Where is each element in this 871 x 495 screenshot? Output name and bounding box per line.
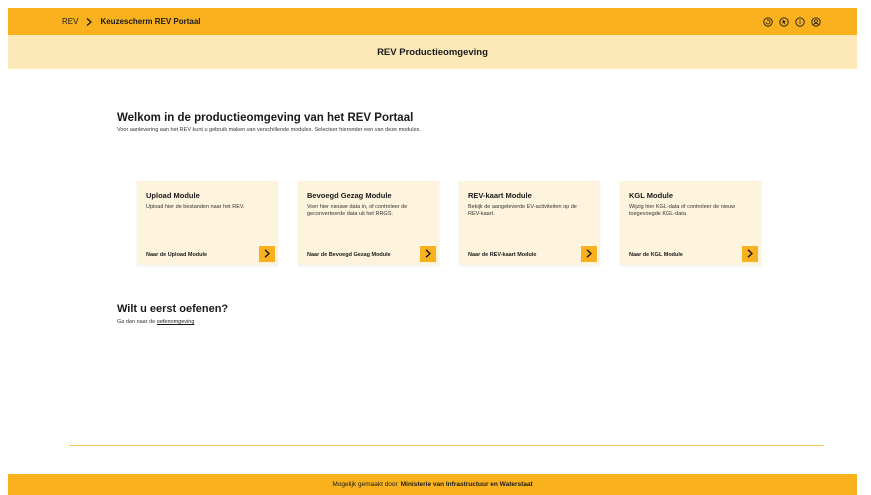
footer: Mogelijk gemaakt door Ministerie van Inf… bbox=[8, 474, 857, 495]
chevron-right-icon bbox=[86, 17, 93, 26]
practice-prefix: Ga dan naar de bbox=[117, 319, 156, 325]
divider bbox=[69, 445, 824, 446]
module-card-title: Bevoegd Gezag Module bbox=[307, 191, 392, 200]
chevron-right-icon bbox=[747, 245, 754, 263]
module-card-rev-kaart[interactable]: REV-kaart Module Bekijk de aangeleverde … bbox=[459, 181, 600, 265]
module-card-link[interactable]: Naar de KGL Module bbox=[629, 252, 683, 258]
module-card-title: Upload Module bbox=[146, 191, 200, 200]
environment-title: REV Productieomgeving bbox=[377, 46, 488, 58]
module-card-link[interactable]: Naar de Bevoegd Gezag Module bbox=[307, 252, 391, 258]
module-card-bevoegd-gezag[interactable]: Bevoegd Gezag Module Voer hier nieuwe da… bbox=[298, 181, 439, 265]
breadcrumb-current: Keuzescherm REV Portaal bbox=[100, 17, 201, 26]
practice-text: Ga dan naar de oefenomgeving bbox=[117, 319, 194, 325]
module-card-description: Bekijk de aangeleverde EV-activiteiten o… bbox=[468, 204, 577, 218]
module-card-title: REV-kaart Module bbox=[468, 191, 532, 200]
module-card-link[interactable]: Naar de REV-kaart Module bbox=[468, 252, 536, 258]
arrow-right-button[interactable] bbox=[581, 246, 597, 262]
breadcrumb-root-link[interactable]: REV bbox=[62, 17, 78, 26]
arrow-right-button[interactable] bbox=[742, 246, 758, 262]
page-intro: Voor aanlevering aan het REV kunt u gebr… bbox=[117, 127, 421, 133]
info-icon[interactable] bbox=[795, 16, 805, 27]
header-icons bbox=[763, 16, 821, 27]
footer-prefix: Mogelijk gemaakt door bbox=[332, 481, 398, 488]
module-card-upload[interactable]: Upload Module Upload hier de bestanden n… bbox=[137, 181, 278, 265]
user-icon[interactable] bbox=[811, 16, 821, 27]
refresh-icon[interactable] bbox=[763, 16, 773, 27]
top-bar: REV Keuzescherm REV Portaal bbox=[8, 8, 857, 35]
cursor-icon[interactable] bbox=[779, 16, 789, 27]
page-title: Welkom in de productieomgeving van het R… bbox=[117, 112, 414, 124]
arrow-right-button[interactable] bbox=[259, 246, 275, 262]
footer-organization: Ministerie van Infrastructuur en Waterst… bbox=[400, 481, 533, 488]
module-card-description: Wijzig hier KGL-data of controleer de ni… bbox=[629, 204, 736, 218]
module-card-kgl[interactable]: KGL Module Wijzig hier KGL-data of contr… bbox=[620, 181, 761, 265]
module-card-link[interactable]: Naar de Upload Module bbox=[146, 252, 207, 258]
practice-title: Wilt u eerst oefenen? bbox=[117, 303, 229, 315]
chevron-right-icon bbox=[264, 245, 271, 263]
environment-bar: REV Productieomgeving bbox=[8, 35, 857, 69]
practice-environment-link[interactable]: oefenomgeving bbox=[157, 319, 195, 325]
arrow-right-button[interactable] bbox=[420, 246, 436, 262]
module-cards: Upload Module Upload hier de bestanden n… bbox=[137, 181, 761, 265]
chevron-right-icon bbox=[425, 245, 432, 263]
breadcrumb: REV Keuzescherm REV Portaal bbox=[62, 17, 201, 26]
chevron-right-icon bbox=[586, 245, 593, 263]
module-card-description: Voer hier nieuwe data in, of controleer … bbox=[307, 204, 408, 218]
module-card-title: KGL Module bbox=[629, 191, 674, 200]
module-card-description: Upload hier de bestanden naar het REV. bbox=[146, 204, 245, 210]
